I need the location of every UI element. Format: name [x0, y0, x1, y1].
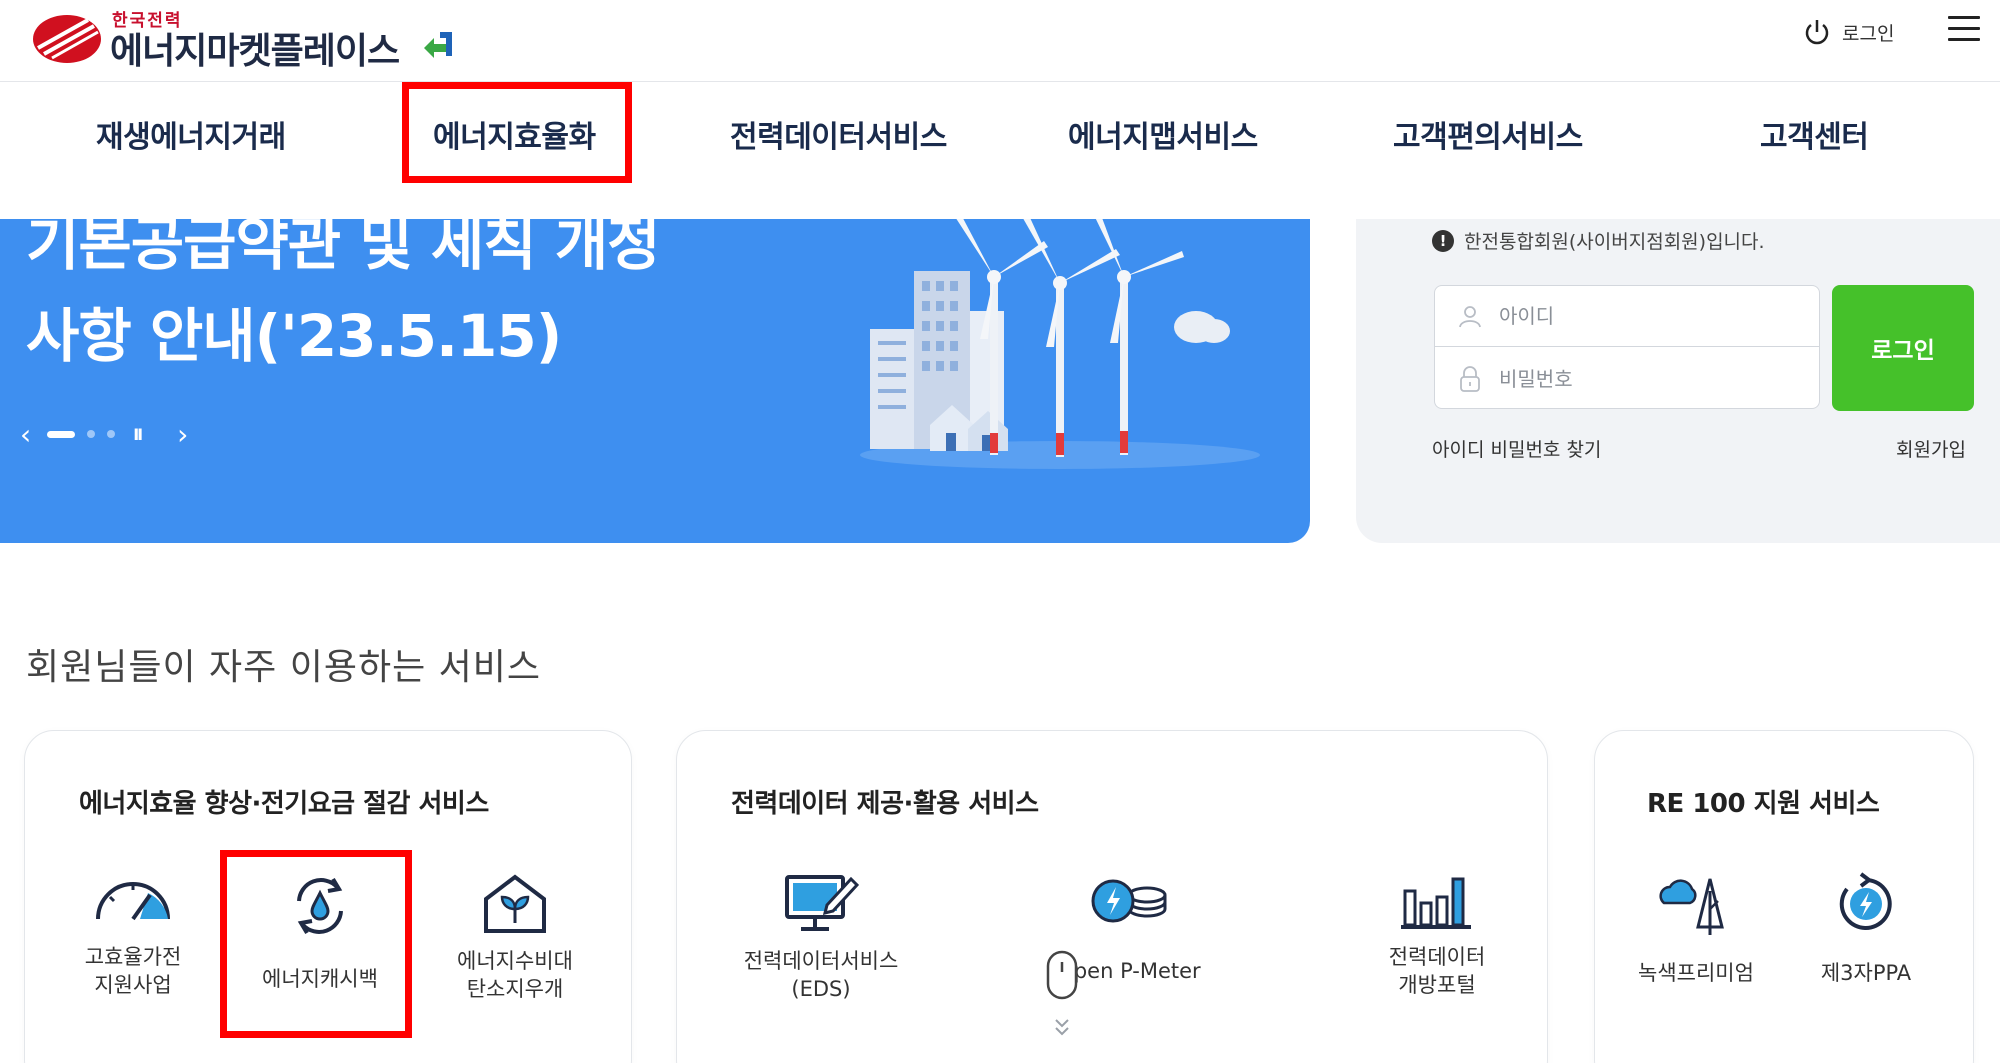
- service-energy-cashback[interactable]: 에너지캐시백: [230, 871, 410, 993]
- banner-dot[interactable]: [87, 430, 96, 438]
- login-notice-text: 한전통합회원(사이버지점회원)입니다.: [1464, 231, 1765, 253]
- main-banner[interactable]: 기본공급약관 및 세칙 개정 사항 안내('23.5.15) ‹ II ›: [0, 219, 1310, 543]
- service-label: 전력데이터서비스 (EDS): [743, 949, 899, 1001]
- banner-dot-active[interactable]: [47, 430, 76, 438]
- header-login-label: 로그인: [1842, 22, 1895, 45]
- card-title: 전력데이터 제공·활용 서비스: [731, 789, 1039, 819]
- service-label: 전력데이터 개방포털: [1388, 945, 1486, 997]
- id-field-row: [1435, 286, 1819, 347]
- user-id-input[interactable]: [1499, 304, 1779, 328]
- service-label: 제3자PPA: [1820, 961, 1912, 985]
- monitor-pen-icon: [785, 875, 859, 931]
- service-eds[interactable]: 전력데이터서비스 (EDS): [721, 871, 921, 1003]
- logo-service-name: 에너지마켓플레이스: [110, 31, 400, 72]
- sign-up-link[interactable]: 회원가입: [1896, 435, 1966, 462]
- card-title: 에너지효율 향상·전기요금 절감 서비스: [79, 789, 489, 819]
- service-label: 녹색프리미엄: [1638, 961, 1754, 985]
- bar-chart-icon: [1401, 877, 1471, 929]
- service-label: 에너지캐시백: [262, 967, 378, 991]
- power-meter-coin-icon: [1091, 879, 1167, 923]
- service-green-premium[interactable]: 녹색프리미엄: [1621, 871, 1771, 987]
- cloud-tree-icon: [1659, 878, 1724, 935]
- logo-exchange-arrow-icon: [424, 32, 452, 58]
- power-icon: [1805, 20, 1829, 45]
- nav-item-power-data-service[interactable]: 전력데이터서비스: [730, 112, 947, 156]
- kepco-logo[interactable]: 한국전력 에너지마켓플레이스: [30, 6, 460, 76]
- service-label: 고효율가전 지원사업: [84, 945, 182, 997]
- gauge-icon: [96, 882, 170, 921]
- card-title: RE 100 지원 서비스: [1647, 789, 1880, 819]
- info-icon: !: [1432, 229, 1454, 252]
- password-field-row: [1435, 348, 1819, 409]
- password-input[interactable]: [1499, 366, 1779, 391]
- eco-house-icon: [484, 874, 546, 933]
- site-header: 한국전력 에너지마켓플레이스 로그인: [0, 0, 2000, 82]
- service-label: 에너지수비대 탄소지우개: [457, 949, 573, 1001]
- nav-item-renewable-trade[interactable]: 재생에너지거래: [96, 112, 286, 156]
- login-panel: ! 한전통합회원(사이버지점회원)입니다. 로그인 아이디 비밀번호 찾기 회원…: [1356, 219, 2000, 543]
- find-id-password-link[interactable]: 아이디 비밀번호 찾기: [1432, 435, 1601, 462]
- scroll-mouse-icon: [1046, 950, 1078, 1036]
- nav-item-customer-center[interactable]: 고객센터: [1760, 112, 1869, 156]
- banner-prev-button[interactable]: ‹: [20, 418, 31, 451]
- service-energy-guard-carbon-eraser[interactable]: 에너지수비대 탄소지우개: [425, 871, 605, 1003]
- login-fields: [1434, 285, 1820, 409]
- service-high-efficiency-appliance[interactable]: 고효율가전 지원사업: [43, 871, 223, 999]
- banner-pause-button[interactable]: II: [133, 425, 143, 444]
- service-third-party-ppa[interactable]: 제3자PPA: [1791, 871, 1941, 987]
- login-notice: ! 한전통합회원(사이버지점회원)입니다.: [1432, 227, 1765, 254]
- banner-controls: ‹ II ›: [20, 418, 188, 451]
- nav-item-energy-map-service[interactable]: 에너지맵서비스: [1068, 112, 1258, 156]
- banner-title-line1: 기본공급약관 및 세칙 개정: [26, 219, 661, 278]
- water-drop-cycle-icon: [297, 877, 343, 935]
- frequent-services-heading: 회원님들이 자주 이용하는 서비스: [26, 647, 542, 688]
- service-card-efficiency: 에너지효율 향상·전기요금 절감 서비스 고효율가전 지원사업 에너지캐시백 에…: [24, 730, 632, 1063]
- lightning-cycle-icon: [1839, 872, 1892, 930]
- user-icon: [1459, 306, 1481, 328]
- wind-turbine-city-illustration: [860, 219, 1260, 469]
- login-submit-button[interactable]: 로그인: [1832, 285, 1974, 411]
- banner-next-button[interactable]: ›: [177, 418, 188, 451]
- header-login-button[interactable]: 로그인: [1802, 14, 1894, 50]
- service-card-re100: RE 100 지원 서비스 녹색프리미엄 제3자PPA: [1594, 730, 1974, 1063]
- main-navigation: 재생에너지거래 에너지효율화 전력데이터서비스 에너지맵서비스 고객편의서비스 …: [0, 82, 2000, 219]
- hamburger-menu-icon[interactable]: [1948, 16, 1980, 44]
- service-card-power-data: 전력데이터 제공·활용 서비스 전력데이터서비스 (EDS) Open P-Me…: [676, 730, 1548, 1063]
- service-power-data-open-portal[interactable]: 전력데이터 개방포털: [1337, 871, 1537, 999]
- kepco-emblem-icon: [33, 15, 101, 63]
- nav-item-energy-efficiency[interactable]: 에너지효율화: [433, 112, 596, 156]
- nav-item-customer-convenience[interactable]: 고객편의서비스: [1393, 112, 1583, 156]
- lock-icon: [1460, 365, 1480, 392]
- banner-title-line2: 사항 안내('23.5.15): [26, 302, 562, 370]
- banner-dot[interactable]: [107, 430, 116, 438]
